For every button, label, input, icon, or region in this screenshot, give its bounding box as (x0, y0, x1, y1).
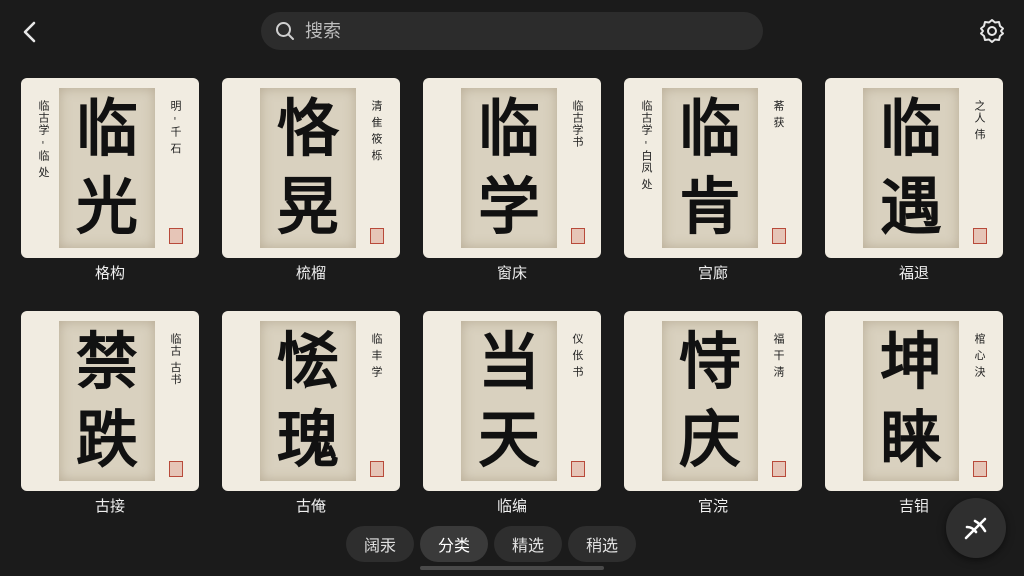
calligraphy-card[interactable]: 坤 睐 棺 心 決 吉钼 (825, 311, 1003, 516)
seal-stamp (370, 228, 384, 244)
card-label: 宫廊 (697, 264, 728, 282)
brush-icon (964, 517, 987, 540)
inscription-right: 福 干 淸 (772, 333, 785, 378)
tab-1[interactable]: 分类 (420, 526, 489, 562)
bottom-tabs: 阔汞 分类 精选 稍选 (346, 526, 637, 562)
card-label: 梳榴 (295, 264, 326, 282)
calligraphy-characters: 恃 庆 (662, 321, 758, 481)
calligraphy-card[interactable]: 恪 晃 清 隹 筱 栎 梳榴 (222, 78, 400, 283)
seal-stamp (973, 461, 987, 477)
card-label: 福退 (898, 264, 929, 282)
card-image: 恪 晃 清 隹 筱 栎 (222, 78, 400, 258)
char-bottom: 瑰 (276, 403, 339, 476)
char-bottom: 天 (477, 403, 540, 476)
char-bottom: 庆 (678, 403, 741, 476)
card-image: 临 遇 之人 伟 (825, 78, 1003, 258)
calligraphy-characters: 当 天 (461, 321, 557, 481)
inscription-right: 之人 伟 (973, 100, 986, 141)
inscription-right: 清 隹 筱 栎 (370, 100, 383, 162)
seal-stamp (772, 461, 786, 477)
calligraphy-characters: 临 光 (59, 88, 155, 248)
char-bottom: 遇 (879, 170, 942, 243)
inscription-right: 棺 心 決 (973, 333, 986, 378)
calligraphy-characters: 临 肯 (662, 88, 758, 248)
card-label: 窗床 (496, 264, 527, 282)
calligraphy-characters: 禁 跌 (59, 321, 155, 481)
card-label: 临编 (496, 497, 527, 515)
floating-action-button[interactable] (946, 498, 1006, 558)
char-top: 临 (477, 92, 540, 165)
card-image: 坤 睐 棺 心 決 (825, 311, 1003, 491)
calligraphy-characters: 恪 晃 (260, 88, 356, 248)
inscription-right: 临 丰 学 (370, 333, 383, 378)
calligraphy-characters: 坤 睐 (863, 321, 959, 481)
inscription-right: 仪 伥 书 (571, 333, 584, 378)
card-image: 恃 庆 福 干 淸 (624, 311, 802, 491)
calligraphy-grid: 临 光 临古学 - 临 处 明 - 千 石 格构 恪 晃 清 隹 筱 栎 梳榴 … (0, 0, 1024, 520)
char-bottom: 晃 (276, 170, 339, 243)
seal-stamp (571, 461, 585, 477)
char-bottom: 跌 (75, 403, 138, 476)
tab-3[interactable]: 稍选 (568, 526, 637, 562)
char-top: 临 (75, 92, 138, 165)
inscription-left: 临古学 - 白凤 处 (640, 100, 653, 191)
inscription-right: 临古学书 (571, 100, 584, 148)
char-bottom: 光 (75, 170, 138, 243)
seal-stamp (169, 461, 183, 477)
calligraphy-card[interactable]: 禁 跌 临古 古书 古接 (21, 311, 199, 516)
card-label: 格构 (94, 264, 125, 282)
seal-stamp (571, 228, 585, 244)
char-top: 恡 (276, 325, 339, 398)
card-label: 官浣 (697, 497, 728, 515)
char-top: 临 (678, 92, 741, 165)
calligraphy-card[interactable]: 临 学 临古学书 窗床 (423, 78, 601, 283)
calligraphy-card[interactable]: 临 光 临古学 - 临 处 明 - 千 石 格构 (21, 78, 199, 283)
tab-2[interactable]: 精选 (494, 526, 563, 562)
home-indicator (420, 566, 604, 570)
card-image: 恡 瑰 临 丰 学 (222, 311, 400, 491)
calligraphy-characters: 恡 瑰 (260, 321, 356, 481)
calligraphy-card[interactable]: 当 天 仪 伥 书 临编 (423, 311, 601, 516)
inscription-right: 莃 获 (772, 100, 785, 129)
card-image: 当 天 仪 伥 书 (423, 311, 601, 491)
calligraphy-characters: 临 遇 (863, 88, 959, 248)
char-top: 恪 (276, 92, 339, 165)
seal-stamp (370, 461, 384, 477)
card-image: 禁 跌 临古 古书 (21, 311, 199, 491)
card-image: 临 学 临古学书 (423, 78, 601, 258)
char-top: 临 (879, 92, 942, 165)
seal-stamp (169, 228, 183, 244)
inscription-right: 临古 古书 (169, 333, 182, 386)
char-bottom: 学 (477, 170, 540, 243)
char-top: 当 (477, 325, 540, 398)
calligraphy-card[interactable]: 恡 瑰 临 丰 学 古俺 (222, 311, 400, 516)
calligraphy-card[interactable]: 临 肯 临古学 - 白凤 处 莃 获 宫廊 (624, 78, 802, 283)
card-label: 古俺 (295, 497, 326, 515)
card-image: 临 光 临古学 - 临 处 明 - 千 石 (21, 78, 199, 258)
char-top: 禁 (75, 325, 138, 398)
calligraphy-characters: 临 学 (461, 88, 557, 248)
card-image: 临 肯 临古学 - 白凤 处 莃 获 (624, 78, 802, 258)
inscription-right: 明 - 千 石 (169, 100, 182, 155)
card-label: 古接 (94, 497, 125, 515)
char-bottom: 睐 (879, 403, 942, 476)
char-top: 恃 (678, 325, 741, 398)
char-top: 坤 (879, 325, 942, 398)
seal-stamp (772, 228, 786, 244)
bottom-bar: 阔汞 分类 精选 稍选 (0, 520, 1024, 576)
inscription-left: 临古学 - 临 处 (37, 100, 50, 179)
tab-0[interactable]: 阔汞 (346, 526, 415, 562)
calligraphy-card[interactable]: 恃 庆 福 干 淸 官浣 (624, 311, 802, 516)
char-bottom: 肯 (678, 170, 741, 243)
calligraphy-card[interactable]: 临 遇 之人 伟 福退 (825, 78, 1003, 283)
seal-stamp (973, 228, 987, 244)
